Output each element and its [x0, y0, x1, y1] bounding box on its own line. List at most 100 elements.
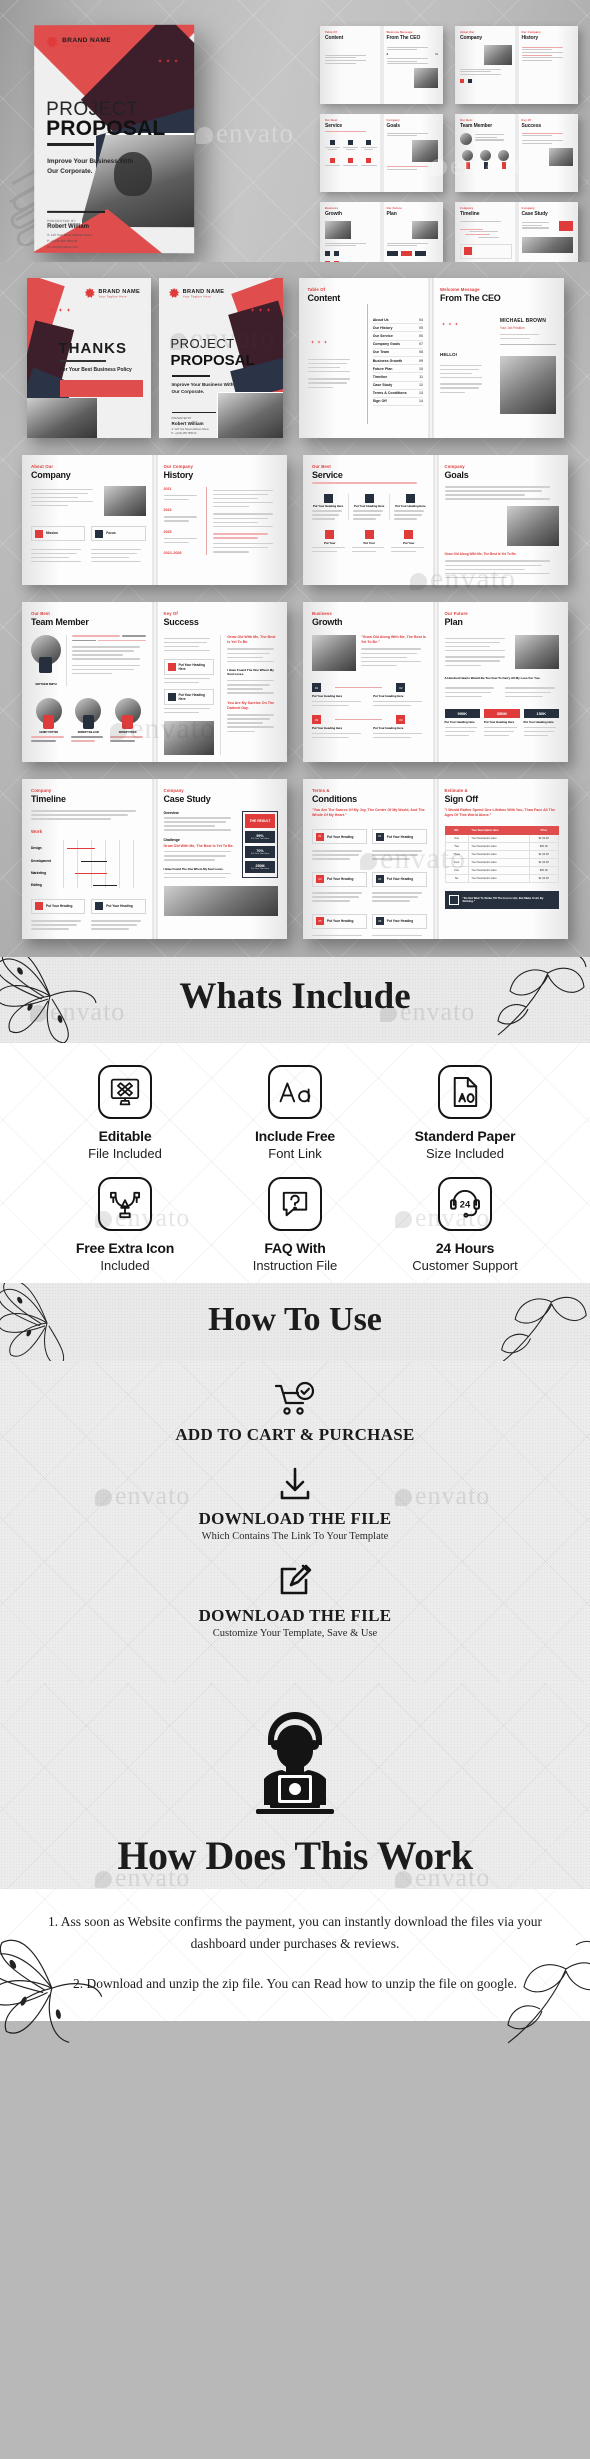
spread-kicker: Company: [31, 788, 52, 793]
cover-contact-address: A: 123 Your Street Address Name: [47, 232, 92, 237]
toc-row: Timeline 11: [372, 373, 423, 382]
cover-contact-phone: P: +(123) 456 7890 00: [171, 432, 197, 435]
step-title: DOWNLOAD THE FILE: [198, 1509, 392, 1528]
spread-kicker: Business: [312, 611, 332, 616]
whats-include-title: Whats Include: [179, 976, 411, 1017]
spread-title: Sign Off: [444, 794, 479, 804]
case-metric-sub: Put Your Text Here: [250, 838, 270, 841]
timeline-row-label: Marketing: [31, 870, 47, 875]
service-card-title: Put Your Heading Here: [312, 503, 344, 508]
spread-title: Conditions: [312, 794, 357, 804]
thumbnail-spread: Our Best Team Member Key Of Success: [455, 114, 578, 192]
cart-check-icon: [0, 1379, 590, 1421]
feature-title: 24 Hours: [435, 1240, 495, 1256]
spread-kicker: Welcome Message: [440, 287, 480, 292]
table-cell-price: $60.00: [528, 842, 560, 852]
table-cell-desc: Your Description Here: [467, 874, 530, 884]
plan-stat-label: Put Your Heading Here: [444, 720, 475, 725]
cover-contact-address: A: 123 Your Street Address Name: [171, 428, 209, 431]
table-header-row: NO. Your Description Here Price: [444, 826, 560, 836]
toc-label: Our Team: [372, 350, 390, 355]
how-to-use-banner: How To Use: [0, 1283, 590, 1361]
brand-tagline: Your Tagline Here: [62, 43, 96, 48]
estimate-table: NO. Your Description Here Price One Your Des…: [444, 826, 560, 884]
toc-label: Business Growth: [372, 358, 403, 363]
success-item: Put Your Heading Here: [178, 692, 205, 701]
spread-kicker: Terms &: [312, 788, 330, 793]
thumbnail-spread: About Our Company Our Company History: [455, 26, 578, 104]
toc-label: Case Study: [372, 383, 393, 388]
faq-question-icon: [268, 1177, 322, 1231]
spread-title: Success: [163, 617, 199, 627]
toc-page: 14: [419, 399, 423, 404]
spread-title: Plan: [444, 617, 463, 627]
timeline-work-label: Work: [31, 828, 43, 834]
terms-number: 04: [375, 875, 384, 884]
thumb-title: Success: [521, 122, 542, 129]
thumb-title: Team Member: [460, 122, 493, 129]
spread-content-ceo: Table Of Content About Us 04 Our History 05…: [298, 278, 564, 438]
feature-item: Include Free Font Link: [210, 1065, 380, 1161]
toc-row: Our Service 06: [372, 332, 423, 341]
feature-subtitle: Font Link: [268, 1146, 322, 1161]
spreads-row-b: About Our Company Mission Focus Our Comp…: [0, 455, 590, 585]
feature-grid: Editable File Included Include Free Font Li…: [0, 1043, 590, 1291]
toc-page: 10: [419, 366, 423, 371]
spread-kicker: Our Best: [312, 464, 331, 469]
step-customize-file: DOWNLOAD THE FILE Customize Your Templat…: [0, 1560, 590, 1639]
spread-team-success: Our Best Team Member MATTHEW SMITH HENRY…: [22, 602, 287, 762]
toc-label: About Us: [372, 317, 389, 322]
thanks-title: THANKS: [58, 340, 127, 357]
history-years: 2021-2026: [163, 551, 182, 556]
table-cell-no: Three: [444, 850, 469, 860]
spread-title: Team Member: [31, 617, 89, 627]
table-cell-price: $1,00.00: [528, 874, 560, 884]
brand-tagline: Your Tagline Here: [98, 294, 128, 298]
thumbnail-spread: Our Best Service Company Goals: [320, 114, 443, 192]
feature-subtitle: Included: [100, 1258, 150, 1273]
ceo-role: Your Job Position: [499, 325, 525, 330]
footer-paragraph-2: 2. Download and unzip the zip file. You …: [73, 1975, 517, 1991]
toc-label: Sign Off: [372, 399, 387, 404]
cover-rule: [47, 142, 95, 146]
table-cell-desc: Your Description Here: [467, 850, 530, 860]
spread-kicker: Key Of: [163, 611, 178, 616]
plan-stat: 990K: [444, 709, 480, 719]
spread-timeline-case: Company Timeline Work Design Development…: [22, 779, 287, 939]
brand-name: BRAND NAME: [62, 36, 112, 44]
brand-lockup: BRAND NAME Your Tagline Here: [46, 36, 182, 48]
toc-label: Terms & Conditions: [372, 391, 407, 396]
timeline-row-label: Editing: [31, 882, 42, 887]
tag-label: Focus: [106, 531, 116, 536]
table-cell-price: $60.00: [528, 866, 560, 876]
case-section-overview: Overview: [163, 811, 179, 815]
proposal-cover: BRAND NAME Your Tagline Here PROJECT PRO…: [158, 278, 283, 438]
presented-by-label: PRESENTED BY: [47, 218, 77, 223]
feature-item: 24 24 Hours Customer Support: [380, 1177, 550, 1273]
proposal-subtitle: Improve Your Business With Our Corporate…: [171, 382, 234, 394]
brand-name: BRAND NAME: [182, 288, 224, 295]
hero-section: BRAND NAME Your Tagline Here PROJECT PRO…: [0, 0, 590, 262]
toc-row: Our Team 08: [372, 349, 423, 357]
whats-include-banner: Whats Include envato envato: [0, 957, 590, 1043]
spread-kicker: Company: [163, 788, 184, 793]
growth-quote: "Grow Old Along With Me, The Best Is Yet…: [361, 635, 426, 645]
cover-subtitle: Improve Your Business With Our Corporate…: [47, 157, 134, 175]
spread-title: History: [163, 470, 194, 480]
spread-terms-signoff: Terms & Conditions "You Are The Source O…: [303, 779, 568, 939]
presented-by-name: Robert William: [47, 223, 89, 230]
signoff-footer-quote: "Do Not Wait To Strike Till The Iron Is …: [462, 895, 544, 904]
step-add-to-cart: ADD TO CART & PURCHASE: [0, 1379, 590, 1445]
team-member-name: ROBERT PRICE: [118, 731, 137, 735]
plan-stat: 350M: [484, 709, 520, 719]
toc-row: Our History 05: [372, 324, 423, 333]
spread-kicker: Estimate &: [444, 788, 468, 793]
how-to-use-title: How To Use: [208, 1301, 382, 1338]
toc-row: Future Plan 10: [372, 365, 423, 374]
thumb-title: Timeline: [460, 210, 480, 217]
feature-item: Free Extra Icon Included: [40, 1177, 210, 1273]
toc-row: Case Study 12: [372, 382, 423, 390]
terms-number: 05: [316, 917, 324, 926]
feature-subtitle: Size Included: [425, 1146, 505, 1161]
table-cell-no: Six: [444, 874, 469, 884]
